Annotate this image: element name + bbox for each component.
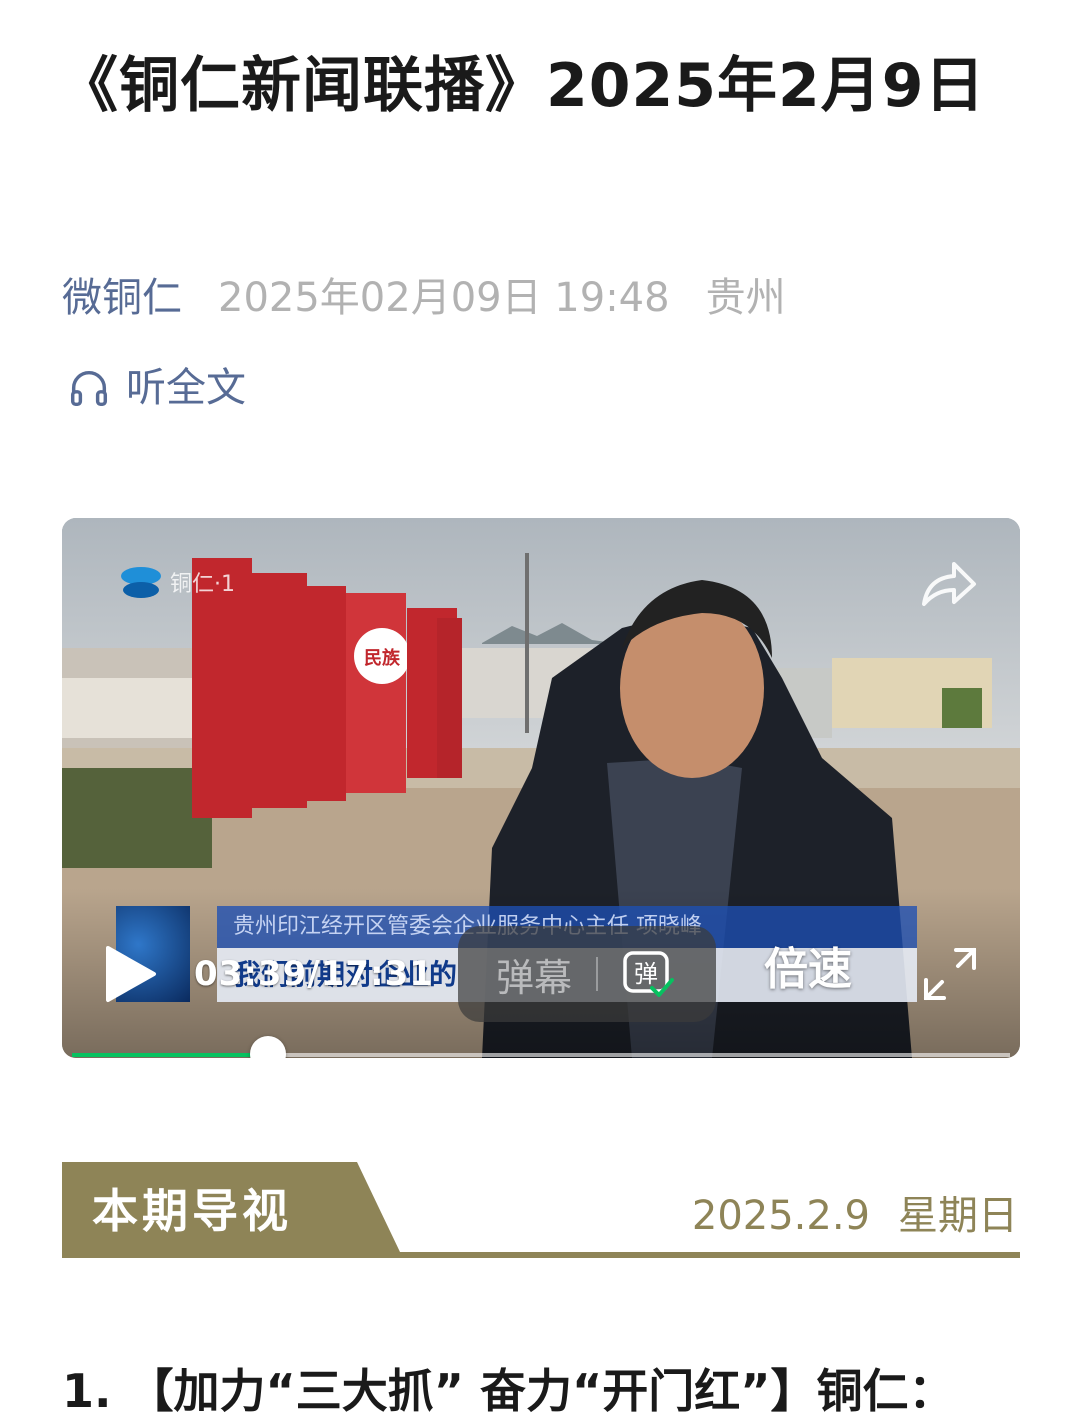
- list-item[interactable]: 1. 【加力“三大抓” 奋力“开门红”】铜仁：: [62, 1360, 954, 1422]
- playback-time: 03:39/17:31: [194, 954, 434, 994]
- svg-text:民族: 民族: [364, 647, 401, 669]
- channel-logo-icon: [121, 567, 161, 598]
- section-date: 2025.2.9 星期日: [692, 1188, 1018, 1244]
- channel-logo-text: 铜仁·1: [170, 572, 235, 597]
- section-date-value: 2025.2.9: [691, 1193, 870, 1239]
- listen-full-text-button[interactable]: 听全文: [66, 360, 246, 416]
- playback-speed-button[interactable]: 倍速: [764, 940, 852, 1000]
- section-title: 本期导视: [92, 1184, 292, 1238]
- progress-fill: [72, 1053, 268, 1057]
- play-icon[interactable]: [102, 944, 158, 1004]
- publish-region: 贵州: [705, 275, 786, 321]
- article-meta: 微铜仁 2025年02月09日 19:48 贵州: [62, 270, 786, 326]
- section-weekday: 星期日: [898, 1193, 1018, 1239]
- danmu-toggle-icon[interactable]: 弹: [622, 948, 675, 1000]
- publish-datetime: 2025年02月09日 19:48: [218, 275, 670, 321]
- danmu-divider: [596, 957, 599, 991]
- account-name[interactable]: 微铜仁: [62, 275, 182, 321]
- svg-text:弹: 弹: [634, 960, 658, 988]
- video-player[interactable]: 民族 铜仁·1 贵州印江经开区管委会企业服务中心主任 项晓峰 我们前期对企业的 …: [62, 518, 1020, 1058]
- section-header: 本期导视 2025.2.9 星期日: [62, 1162, 1020, 1260]
- danmu-input-button[interactable]: 弹幕: [496, 947, 572, 1002]
- channel-logo: 铜仁·1: [118, 562, 235, 602]
- listen-label: 听全文: [126, 365, 246, 411]
- share-icon[interactable]: [918, 558, 978, 610]
- danmu-panel: 弹幕 弹: [458, 926, 716, 1022]
- headphones-icon: [70, 371, 108, 407]
- fullscreen-icon[interactable]: [922, 946, 978, 1002]
- article-title: 《铜仁新闻联播》2025年2月9日: [58, 51, 986, 121]
